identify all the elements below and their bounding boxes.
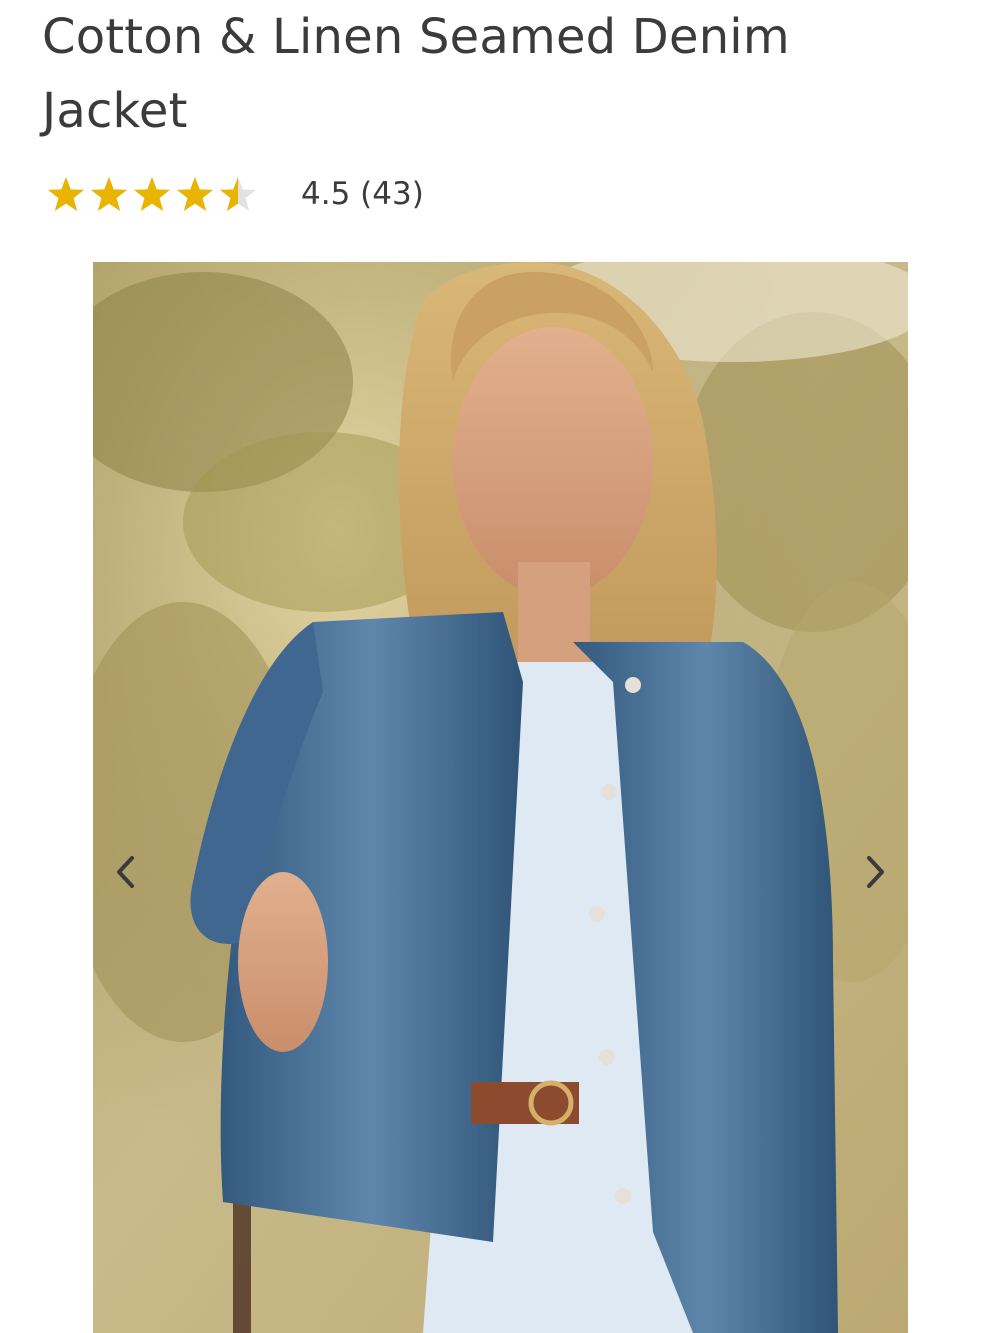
product-photo[interactable] [93,262,908,1333]
filled-star-icon [175,170,215,218]
product-image-gallery[interactable] [93,262,908,1333]
filled-star-icon [46,170,86,218]
filled-star-icon [132,170,172,218]
gallery-prev-button[interactable] [101,842,151,902]
stars-filled [46,170,238,218]
filled-star-icon [89,170,129,218]
chevron-right-icon [867,856,884,888]
chevron-left-icon [117,856,134,888]
star-rating [46,170,261,218]
product-title: Cotton & Linen Seamed Denim Jacket [42,9,790,139]
rating-summary[interactable]: 4.5 (43) [301,176,424,212]
filled-star-icon [218,170,238,218]
gallery-next-button[interactable] [850,842,900,902]
rating-row[interactable]: 4.5 (43) [46,170,424,218]
